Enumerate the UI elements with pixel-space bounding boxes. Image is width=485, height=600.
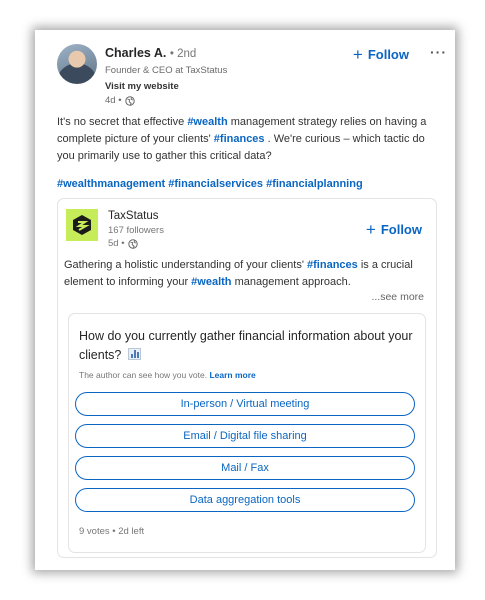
hashtag-finances[interactable]: #finances — [214, 133, 265, 145]
hashtag-wealth[interactable]: #wealth — [187, 116, 227, 128]
connection-degree: • 2nd — [169, 48, 197, 60]
company-followers: 167 followers — [108, 225, 164, 236]
company-name[interactable]: TaxStatus — [108, 210, 159, 222]
shared-text-1: Gathering a holistic understanding of yo… — [64, 259, 308, 271]
follow-label: Follow — [367, 47, 409, 62]
post-hashtags[interactable]: #wealthmanagement #financialservices #fi… — [57, 178, 363, 190]
learn-more-link[interactable]: Learn more — [209, 370, 255, 380]
poll-footer: 9 votes • 2d left — [79, 526, 145, 537]
shared-post: TaxStatus 167 followers 5d • + Follow Ga… — [57, 198, 437, 558]
post-body: It's no secret that effective #wealth ma… — [57, 114, 441, 165]
follow-button[interactable]: + Follow — [352, 45, 409, 64]
author-headline: Founder & CEO at TaxStatus — [105, 65, 228, 76]
taxstatus-logo[interactable] — [66, 209, 98, 241]
see-more-link[interactable]: ...see more — [371, 291, 424, 303]
poll-option-1[interactable]: In-person / Virtual meeting — [75, 392, 415, 416]
poll-question: How do you currently gather financial in… — [79, 327, 419, 365]
shared-text-3: management approach. — [231, 276, 351, 288]
post-time: 4d • — [105, 95, 122, 106]
poll-note-text: The author can see how you vote. — [79, 370, 208, 380]
globe-icon — [127, 238, 138, 249]
author-name[interactable]: Charles A. — [105, 46, 166, 60]
poll-option-2[interactable]: Email / Digital file sharing — [75, 424, 415, 448]
company-follow-label: Follow — [380, 222, 422, 237]
visit-website-link[interactable]: Visit my website — [105, 81, 179, 92]
hashtag-finances[interactable]: #finances — [307, 259, 358, 271]
poll-option-4[interactable]: Data aggregation tools — [75, 488, 415, 512]
avatar[interactable] — [57, 44, 97, 84]
shared-time: 5d • — [108, 238, 125, 249]
plus-icon: + — [365, 220, 376, 239]
more-icon[interactable]: ··· — [430, 44, 447, 60]
bar-chart-icon — [127, 348, 141, 360]
post-meta: 4d • — [105, 95, 135, 106]
poll: How do you currently gather financial in… — [68, 313, 426, 553]
company-follow-button[interactable]: + Follow — [365, 220, 422, 239]
globe-icon — [124, 95, 135, 106]
poll-option-3[interactable]: Mail / Fax — [75, 456, 415, 480]
hashtag-wealth[interactable]: #wealth — [191, 276, 231, 288]
plus-icon: + — [352, 45, 363, 64]
shared-meta: 5d • — [108, 238, 138, 249]
post-text-1: It's no secret that effective — [57, 116, 188, 128]
author[interactable]: Charles A. • 2nd — [105, 46, 196, 60]
shared-body: Gathering a holistic understanding of yo… — [64, 257, 426, 291]
logo-mark-icon — [73, 215, 91, 235]
poll-note: The author can see how you vote. Learn m… — [79, 370, 256, 380]
post-card: Charles A. • 2nd Founder & CEO at TaxSta… — [35, 30, 455, 570]
